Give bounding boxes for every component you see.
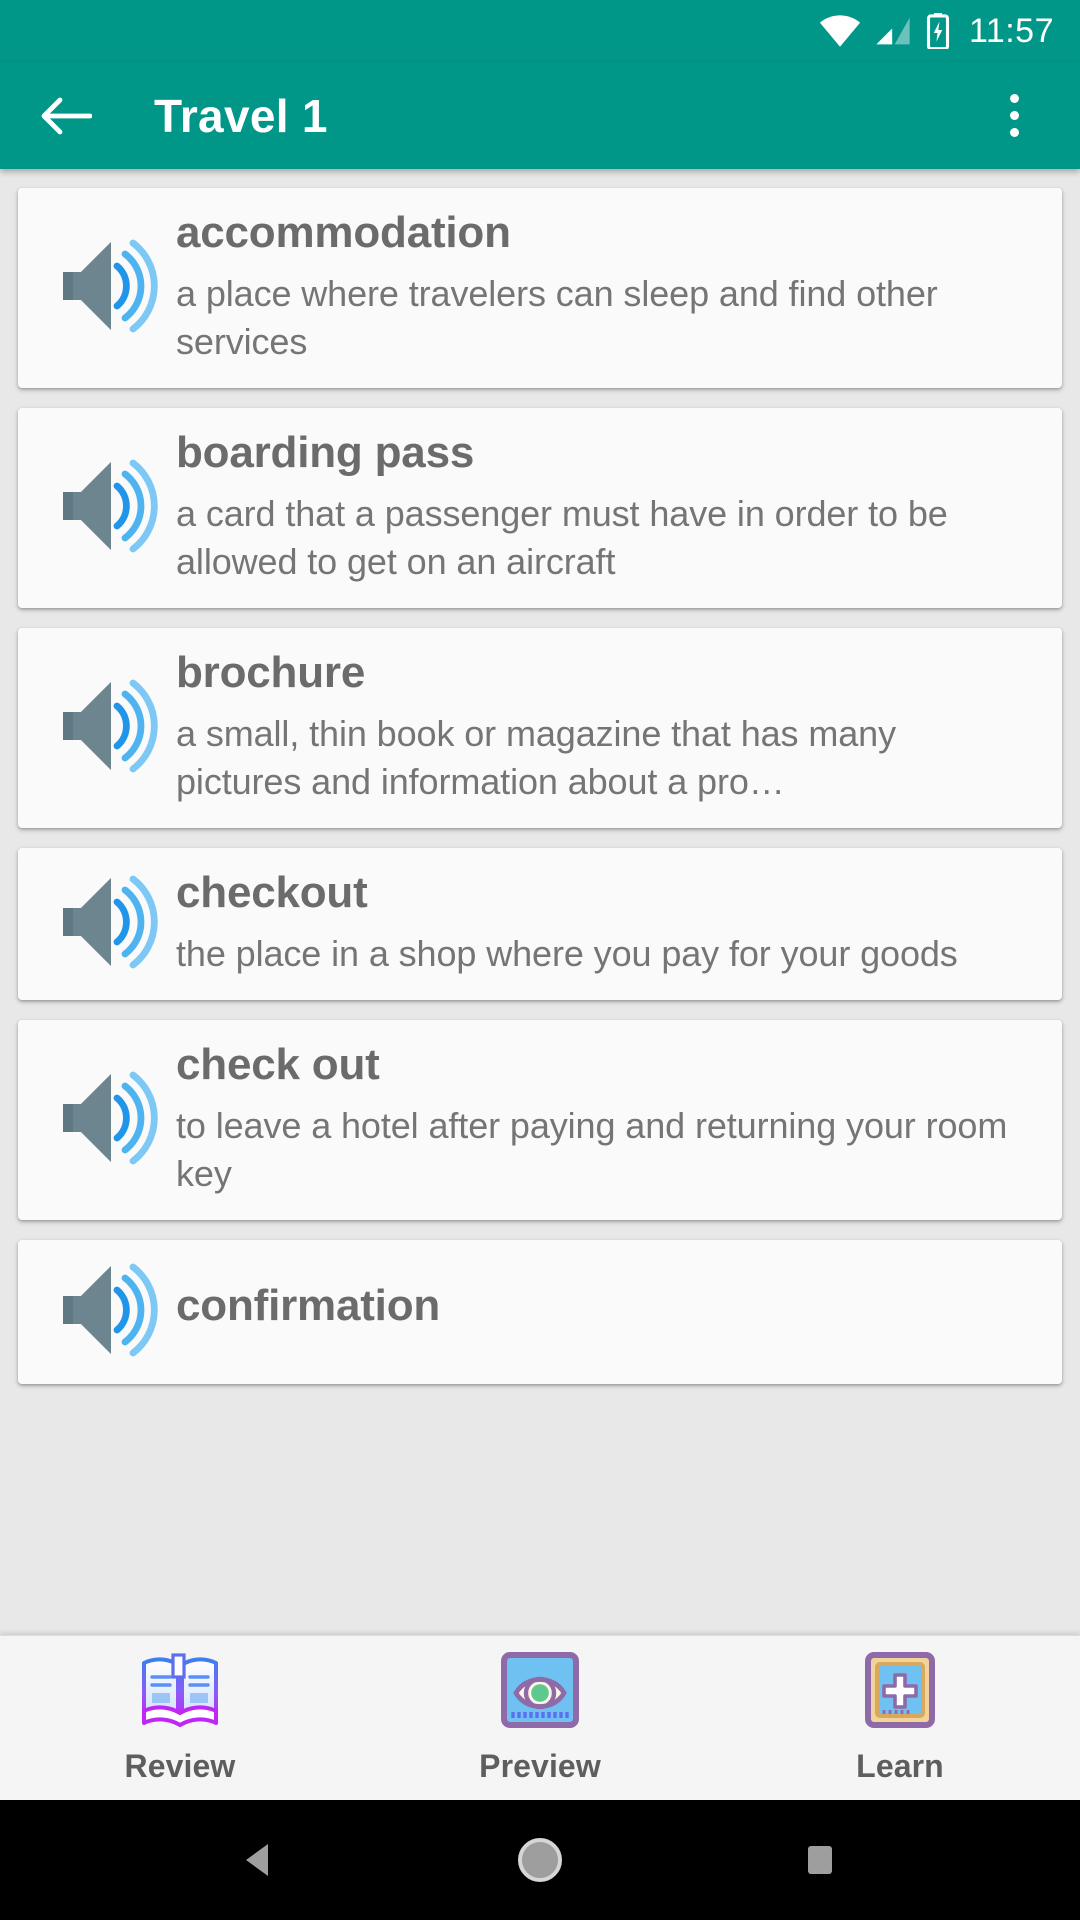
vocabulary-definition: a small, thin book or magazine that has … — [176, 712, 896, 803]
app-bar: Travel 1 — [0, 62, 1080, 169]
back-arrow-icon[interactable] — [34, 84, 98, 148]
system-navigation-bar — [0, 1800, 1080, 1920]
speaker-audio-icon[interactable] — [40, 1258, 170, 1362]
wifi-icon — [819, 15, 861, 47]
vocabulary-term: confirmation — [176, 1280, 441, 1330]
list-item-content: boarding pass a card that a passenger mu… — [170, 426, 1040, 586]
vocabulary-definition: a place where travelers can sleep and fi… — [176, 272, 938, 362]
overflow-menu-icon[interactable] — [982, 84, 1046, 148]
bottom-nav-label-preview: Preview — [479, 1748, 601, 1784]
overflow-dot — [1009, 111, 1019, 120]
list-item-content: confirmation — [170, 1279, 1040, 1343]
list-item-content: checkout the place in a shop where you p… — [170, 866, 1040, 978]
list-item-content: check out to leave a hotel after paying … — [170, 1038, 1040, 1198]
status-bar-clock: 11:57 — [968, 12, 1054, 50]
vocabulary-definition: to leave a hotel after paying and return… — [176, 1105, 1008, 1195]
bottom-navigation: Review Preview Learn — [0, 1635, 1080, 1800]
cellular-signal-icon — [873, 15, 913, 47]
vocabulary-definition: a card that a passenger must have in ord… — [176, 492, 948, 583]
speaker-audio-icon[interactable] — [40, 1066, 170, 1170]
battery-charging-icon — [925, 13, 951, 49]
bottom-nav-item-learn[interactable]: Learn — [720, 1651, 1080, 1785]
vocabulary-term: brochure — [176, 648, 366, 698]
list-item[interactable]: confirmation — [18, 1240, 1062, 1385]
bottom-nav-label-review: Review — [124, 1748, 236, 1784]
open-book-icon — [138, 1651, 222, 1734]
list-item-content: accommodation a place where travelers ca… — [170, 206, 1040, 366]
system-recents-icon[interactable] — [775, 1815, 865, 1905]
app-root: 11:57 Travel 1 accommodation a place whe… — [0, 0, 1080, 1920]
bottom-nav-label-learn: Learn — [856, 1748, 944, 1784]
list-item[interactable]: boarding pass a card that a passenger mu… — [18, 408, 1062, 609]
vocabulary-term: check out — [176, 1040, 380, 1090]
overflow-dot — [1009, 94, 1019, 103]
eye-card-icon — [498, 1651, 582, 1734]
speaker-audio-icon[interactable] — [40, 674, 170, 778]
list-item[interactable]: check out to leave a hotel after paying … — [18, 1020, 1062, 1221]
vocabulary-term: accommodation — [176, 208, 511, 257]
list-item[interactable]: accommodation a place where travelers ca… — [18, 188, 1062, 389]
bottom-nav-item-preview[interactable]: Preview — [360, 1651, 720, 1785]
vocabulary-definition: the place in a shop where you pay for yo… — [176, 933, 958, 975]
overflow-dot — [1009, 128, 1019, 137]
vocabulary-term: checkout — [176, 868, 368, 918]
bottom-nav-item-review[interactable]: Review — [0, 1651, 360, 1785]
system-home-icon[interactable] — [495, 1815, 585, 1905]
list-item[interactable]: brochure a small, thin book or magazine … — [18, 628, 1062, 829]
list-item-content: brochure a small, thin book or magazine … — [170, 646, 1040, 806]
vocabulary-list[interactable]: accommodation a place where travelers ca… — [0, 169, 1080, 1635]
page-title: Travel 1 — [154, 89, 328, 142]
list-item[interactable]: checkout the place in a shop where you p… — [18, 848, 1062, 1001]
vocabulary-term: boarding pass — [176, 428, 475, 478]
speaker-audio-icon[interactable] — [40, 234, 170, 338]
speaker-audio-icon[interactable] — [40, 870, 170, 974]
system-back-icon[interactable] — [215, 1815, 305, 1905]
status-bar: 11:57 — [0, 0, 1080, 62]
plus-card-icon — [858, 1651, 942, 1734]
speaker-audio-icon[interactable] — [40, 454, 170, 558]
